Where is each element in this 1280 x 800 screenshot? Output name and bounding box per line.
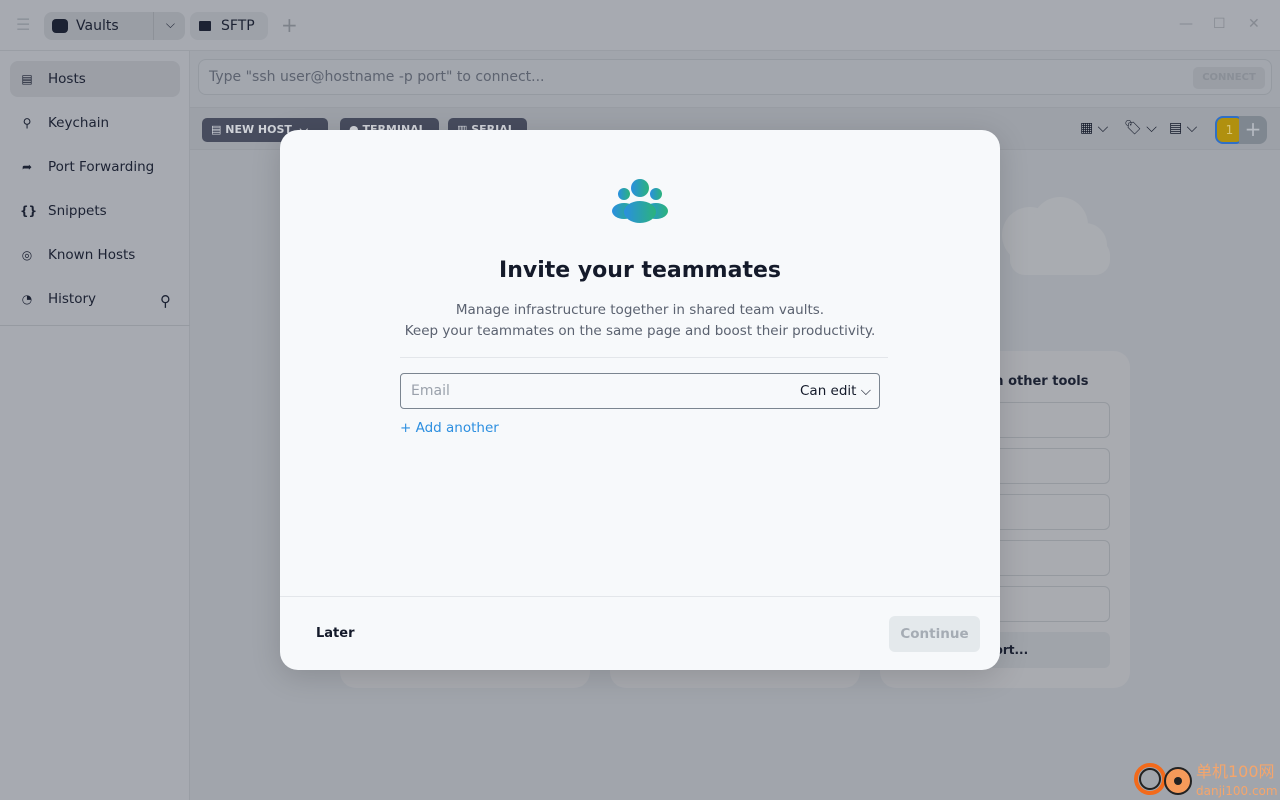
chevron-down-icon: ⌵ bbox=[860, 383, 871, 399]
import-option[interactable]: m bbox=[985, 494, 1110, 530]
sidebar-item-label: Keychain bbox=[48, 115, 110, 131]
server-icon: ▤ bbox=[21, 72, 33, 86]
connect-placeholder: Type "ssh user@hostname -p port" to conn… bbox=[209, 69, 545, 85]
sidebar-item-hosts[interactable]: ▤ Hosts bbox=[10, 61, 180, 97]
permission-select[interactable]: Can edit ⌵ bbox=[800, 383, 879, 399]
tag-icon[interactable]: 🏷 ⌵ bbox=[1124, 120, 1157, 136]
grid-view-icon[interactable]: ▦ ⌵ bbox=[1080, 120, 1108, 136]
sidebar-item-label: Known Hosts bbox=[48, 247, 136, 263]
connect-input[interactable]: Type "ssh user@hostname -p port" to conn… bbox=[198, 59, 1272, 95]
team-icon bbox=[612, 179, 668, 223]
import-option[interactable] bbox=[985, 448, 1110, 484]
braces-icon: {} bbox=[20, 204, 38, 218]
connect-button[interactable]: CONNECT bbox=[1193, 67, 1265, 89]
sidebar-item-history[interactable]: ◔ History bbox=[10, 281, 180, 317]
menu-icon[interactable]: ☰ bbox=[16, 17, 32, 33]
add-another-link[interactable]: + Add another bbox=[400, 420, 499, 436]
email-input[interactable] bbox=[401, 383, 800, 399]
dialog-subtitle: Keep your teammates on the same page and… bbox=[404, 323, 876, 339]
arrow-forward-icon: ➦ bbox=[21, 160, 33, 174]
new-tab-plus-icon[interactable]: + bbox=[281, 13, 298, 37]
import-title: m other tools bbox=[990, 374, 1089, 389]
folder-icon bbox=[199, 21, 211, 31]
import-option[interactable]: g bbox=[985, 586, 1110, 622]
sidebar: ▤ Hosts ⚲ Keychain ➦ Port Forwarding {} Snip… bbox=[0, 51, 190, 800]
svg-text:danji100.com: danji100.com bbox=[1196, 784, 1278, 798]
calendar-sort-icon[interactable]: ▤ ⌵ bbox=[1169, 120, 1197, 136]
cloud-icon bbox=[1002, 197, 1110, 275]
close-icon[interactable]: ✕ bbox=[1248, 16, 1260, 32]
sidebar-item-label: Hosts bbox=[48, 71, 86, 87]
maximize-icon[interactable]: ☐ bbox=[1213, 16, 1226, 32]
dialog-subtitle: Manage infrastructure together in shared… bbox=[455, 302, 825, 318]
divider bbox=[280, 596, 1000, 597]
divider bbox=[400, 357, 888, 358]
svg-text:单机100网: 单机100网 bbox=[1196, 762, 1275, 781]
sidebar-item-keychain[interactable]: ⚲ Keychain bbox=[10, 105, 180, 141]
search-icon[interactable]: ⚲ bbox=[160, 292, 171, 310]
invite-teammates-dialog: Invite your teammates Manage infrastruct… bbox=[280, 130, 1000, 670]
new-host-label: NEW HOST bbox=[225, 123, 292, 136]
vaults-tab[interactable]: Vaults ⌵ bbox=[44, 12, 185, 40]
dialog-title: Invite your teammates bbox=[499, 258, 781, 283]
vaults-label: Vaults bbox=[76, 18, 119, 34]
divider bbox=[153, 12, 154, 40]
sidebar-item-label: Snippets bbox=[48, 203, 107, 219]
email-row: Can edit ⌵ bbox=[400, 373, 880, 409]
import-option[interactable] bbox=[985, 540, 1110, 576]
sidebar-item-known-hosts[interactable]: ◎ Known Hosts bbox=[10, 237, 180, 273]
watermark-logo: 单机100网 danji100.com bbox=[1134, 762, 1278, 798]
title-bar: ☰ Vaults ⌵ SFTP + — ☐ ✕ bbox=[0, 0, 1280, 51]
chevron-down-icon[interactable]: ⌵ bbox=[166, 17, 175, 32]
clock-icon: ◔ bbox=[21, 292, 33, 306]
minimize-icon[interactable]: — bbox=[1179, 16, 1193, 32]
add-icon[interactable]: + bbox=[1239, 116, 1267, 144]
import-option[interactable]: T bbox=[985, 402, 1110, 438]
import-option[interactable]: port... bbox=[985, 632, 1110, 668]
sftp-label: SFTP bbox=[221, 18, 255, 34]
vault-icon bbox=[52, 19, 68, 33]
later-button[interactable]: Later bbox=[316, 626, 355, 641]
sidebar-item-snippets[interactable]: {} Snippets bbox=[10, 193, 180, 229]
key-icon: ⚲ bbox=[22, 116, 32, 130]
divider bbox=[0, 325, 190, 326]
continue-button[interactable]: Continue bbox=[889, 616, 980, 652]
sidebar-item-label: History bbox=[48, 291, 97, 307]
sidebar-item-port-forwarding[interactable]: ➦ Port Forwarding bbox=[10, 149, 180, 185]
sftp-tab[interactable]: SFTP bbox=[190, 12, 268, 40]
sidebar-item-label: Port Forwarding bbox=[48, 159, 155, 175]
permission-value: Can edit bbox=[800, 383, 857, 399]
fingerprint-icon: ◎ bbox=[21, 248, 33, 262]
